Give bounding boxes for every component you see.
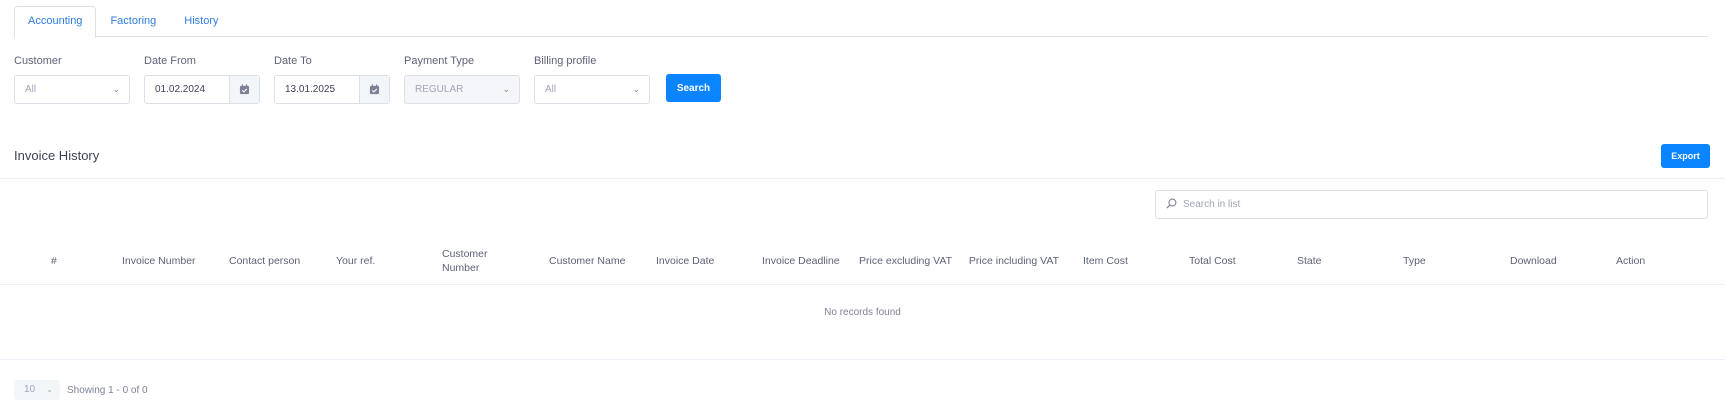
search-icon [1166,198,1177,212]
payment-type-label: Payment Type [404,55,475,67]
date-from-input[interactable]: 01.02.2024 [145,76,229,103]
column-header-download[interactable]: Download [1510,236,1557,285]
column-header-customer-number[interactable]: Customer Number [442,236,514,285]
date-from-filter: Date From 01.02.2024 [144,55,260,104]
search-input[interactable] [1183,199,1707,210]
date-from-label: Date From [144,55,196,67]
column-header-type[interactable]: Type [1403,236,1426,285]
payment-type-select[interactable]: REGULAR ⌄ [404,75,520,104]
column-header-contact-person[interactable]: Contact person [229,236,300,285]
column-header-state[interactable]: State [1297,236,1322,285]
page-title: Invoice History [14,148,100,163]
chevron-down-icon: ⌄ [502,84,510,94]
payment-type-filter: Payment Type REGULAR ⌄ [404,55,520,104]
page-size-value: 10 [24,384,36,395]
column-header-item-cost[interactable]: Item Cost [1083,236,1128,285]
page-size-select[interactable]: 10 ⌄ [14,380,60,400]
customer-select-value: All [25,84,37,95]
date-to-input[interactable]: 13.01.2025 [275,76,359,103]
column-header-total-cost[interactable]: Total Cost [1189,236,1236,285]
tab-bar: Accounting Factoring History [14,6,1708,38]
column-header-index[interactable]: # [51,236,57,285]
list-search[interactable] [1155,190,1708,219]
billing-profile-filter: Billing profile All ⌄ [534,55,650,104]
table-header: # Invoice Number Contact person Your ref… [0,236,1725,285]
empty-state-message: No records found [824,307,901,318]
divider [0,178,1725,179]
date-from-picker[interactable]: 01.02.2024 [144,75,260,104]
tab-factoring[interactable]: Factoring [96,6,170,37]
divider [0,284,1725,285]
billing-profile-select[interactable]: All ⌄ [534,75,650,104]
pagination: 10 ⌄ Showing 1 - 0 of 0 [14,380,148,400]
column-header-invoice-number[interactable]: Invoice Number [122,236,196,285]
customer-select[interactable]: All ⌄ [14,75,130,104]
chevron-down-icon: ⌄ [46,385,53,394]
column-header-action[interactable]: Action [1616,236,1645,285]
column-header-invoice-date[interactable]: Invoice Date [656,236,714,285]
payment-type-select-value: REGULAR [415,84,464,95]
calendar-icon[interactable] [229,76,259,103]
chevron-down-icon: ⌄ [112,84,120,94]
pagination-info: Showing 1 - 0 of 0 [67,384,148,396]
customer-label: Customer [14,55,62,67]
date-to-label: Date To [274,55,312,67]
chevron-down-icon: ⌄ [632,84,640,94]
divider [0,359,1725,360]
billing-profile-select-value: All [545,84,557,95]
filter-bar: Customer All ⌄ Date From 01.02.2024 Date… [14,55,721,104]
billing-profile-label: Billing profile [534,55,597,67]
date-to-picker[interactable]: 13.01.2025 [274,75,390,104]
date-to-filter: Date To 13.01.2025 [274,55,390,104]
column-header-customer-name[interactable]: Customer Name [549,236,625,285]
tab-accounting[interactable]: Accounting [14,6,97,38]
calendar-icon[interactable] [359,76,389,103]
column-header-price-incl-vat[interactable]: Price including VAT [966,236,1059,285]
export-button[interactable]: Export [1661,144,1710,168]
customer-filter: Customer All ⌄ [14,55,130,104]
column-header-your-ref[interactable]: Your ref. [336,236,375,285]
tab-history[interactable]: History [170,6,232,37]
column-header-price-excl-vat[interactable]: Price excluding VAT [859,236,952,285]
search-button[interactable]: Search [666,74,721,102]
column-header-invoice-deadline[interactable]: Invoice Deadline [762,236,840,285]
